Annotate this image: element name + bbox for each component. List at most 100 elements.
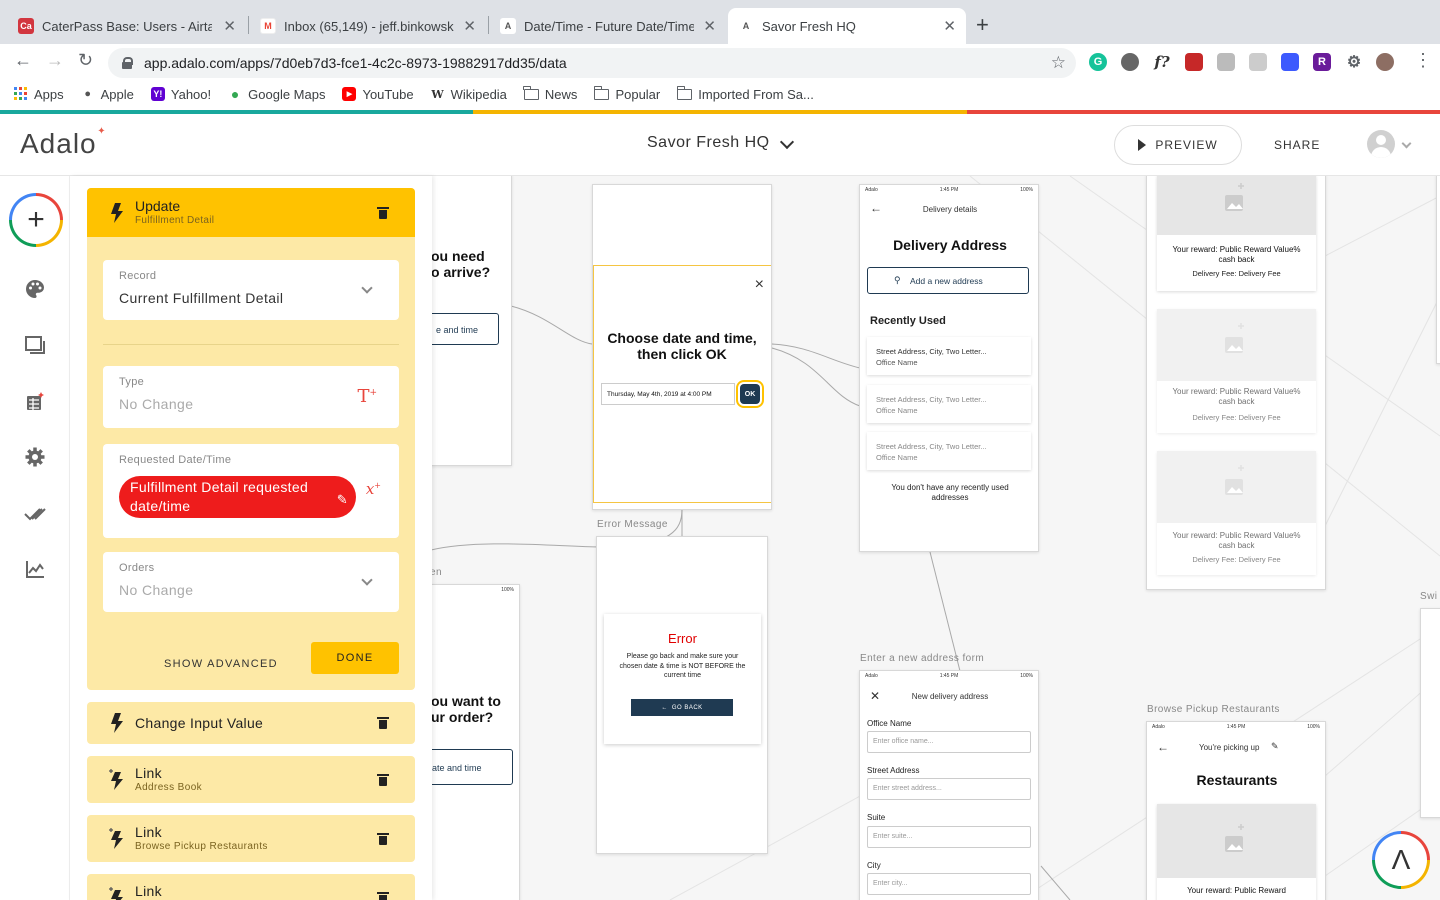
help-assistant-button[interactable]: Λ [1372, 831, 1430, 889]
app-title[interactable]: Savor Fresh HQ [647, 134, 770, 152]
chevron-down-icon[interactable] [1401, 138, 1412, 149]
bookmark-yahoo[interactable]: Y! Yahoo! [150, 87, 211, 102]
tab-caterpass[interactable]: Ca CaterPass Base: Users - Airtab ✕ [8, 8, 246, 44]
close-tab-icon[interactable]: ✕ [463, 17, 476, 35]
forward-arrow-icon[interactable]: → [46, 50, 64, 71]
city-input[interactable]: Enter city... [867, 873, 1031, 895]
action-link[interactable]: Link [87, 874, 415, 900]
address-list-item[interactable]: Street Address, City, Two Letter... Offic… [867, 385, 1031, 423]
restaurant-card[interactable]: Your reward: Public Reward [1157, 804, 1316, 900]
datetime-picker-field[interactable]: Thursday, May 4th, 2019 at 4:00 PM [601, 383, 735, 405]
type-field[interactable]: Type No Change T+ [103, 366, 399, 428]
pencil-icon[interactable]: ✎ [1271, 741, 1279, 752]
profile-avatar-icon[interactable] [1376, 53, 1394, 71]
address-list-item[interactable]: Street Address, City, Two Letter... Offic… [867, 432, 1031, 470]
formula-icon[interactable]: x+ [366, 480, 381, 498]
select-date-button[interactable]: ate and time [431, 749, 513, 785]
update-action-header[interactable]: Update Fulfillment Detail [87, 188, 415, 237]
select-date-button[interactable]: e and time [431, 313, 499, 345]
done-button[interactable]: DONE [311, 642, 399, 674]
tab-datetime[interactable]: A Date/Time - Future Date/Time ( ✕ [490, 8, 726, 44]
trash-icon[interactable] [377, 207, 389, 219]
grey-extension-icon[interactable] [1217, 53, 1235, 71]
palette-icon[interactable] [24, 278, 46, 300]
purple-extension-icon[interactable]: R [1313, 53, 1331, 71]
pencil-icon[interactable]: ✎ [337, 490, 348, 509]
screen-card-partial[interactable] [1420, 608, 1440, 818]
reward-card[interactable]: Your reward: Public Reward Value% cash b… [1157, 309, 1316, 433]
trash-icon[interactable] [377, 774, 389, 786]
new-tab-button[interactable]: + [976, 12, 989, 38]
analytics-icon[interactable] [24, 558, 46, 580]
screen-card-new-address[interactable]: Adalo 1:45 PM 100% ✕ New delivery address … [859, 670, 1039, 900]
trash-icon[interactable] [377, 833, 389, 845]
go-back-button[interactable]: ← GO BACK [631, 699, 733, 716]
address-list-item[interactable]: Street Address, City, Two Letter... Offic… [867, 337, 1031, 375]
show-advanced-button[interactable]: SHOW ADVANCED [164, 658, 278, 670]
screen-card-error[interactable]: Error Please go back and make sure your … [596, 536, 768, 854]
error-body: Please go back and make sure your chosen… [619, 653, 746, 679]
bookmark-folder-popular[interactable]: Popular [593, 85, 660, 102]
chevron-down-icon[interactable] [779, 134, 795, 150]
office-name-input[interactable]: Enter office name... [867, 731, 1031, 753]
extension-circle-icon[interactable] [1121, 53, 1139, 71]
action-link-browse-pickup[interactable]: Link Browse Pickup Restaurants [87, 815, 415, 862]
screens-icon[interactable] [24, 334, 46, 356]
add-address-button[interactable]: ⚲ Add a new address [867, 267, 1029, 294]
formula-extension-icon[interactable]: f? [1153, 53, 1171, 71]
close-tab-icon[interactable]: ✕ [223, 17, 236, 35]
close-tab-icon[interactable]: ✕ [943, 17, 956, 35]
action-link-address-book[interactable]: Link Address Book [87, 756, 415, 803]
add-component-button[interactable]: + [9, 193, 63, 247]
grey-extension-icon[interactable] [1249, 53, 1267, 71]
close-tab-icon[interactable]: ✕ [703, 17, 716, 35]
close-icon[interactable]: × [755, 276, 764, 294]
share-button[interactable]: SHARE [1274, 138, 1320, 152]
trash-icon[interactable] [377, 717, 389, 729]
screen-card-pickup[interactable]: Adalo 1:45 PM 100% ← You're picking up ✎ R… [1146, 721, 1326, 900]
puzzle-extensions-icon[interactable]: ⚙ [1345, 53, 1363, 71]
gear-icon[interactable] [24, 446, 46, 468]
database-icon[interactable] [24, 390, 46, 412]
street-address-input[interactable]: Enter street address... [867, 778, 1031, 800]
screen-card-partial[interactable] [1436, 176, 1440, 364]
blue-extension-icon[interactable] [1281, 53, 1299, 71]
red-extension-icon[interactable] [1185, 53, 1203, 71]
reload-icon[interactable]: ↻ [78, 50, 93, 71]
reward-card[interactable]: Your reward: Public Reward Value% cash b… [1157, 451, 1316, 575]
adalo-logo[interactable]: Adalo ✦ [20, 126, 106, 160]
bookmark-youtube[interactable]: ▶ YouTube [342, 87, 414, 102]
user-avatar-icon[interactable] [1367, 130, 1395, 158]
bookmark-apple[interactable]: ● Apple [81, 87, 134, 102]
tab-gmail[interactable]: M Inbox (65,149) - jeff.binkowski ✕ [250, 8, 486, 44]
preview-button[interactable]: PREVIEW [1114, 125, 1242, 165]
screen-card-rewards[interactable]: Your reward: Public Reward Value% cash b… [1146, 176, 1326, 590]
screen-card-partial[interactable]: ou need o arrive? e and time [430, 176, 512, 466]
url-bar[interactable]: app.adalo.com/apps/7d0eb7d3-fce1-4c2c-89… [108, 48, 1076, 78]
bookmark-google-maps[interactable]: ● Google Maps [228, 86, 326, 102]
browser-menu-icon[interactable]: ⋮ [1414, 50, 1432, 71]
screen-card-partial[interactable]: 100% ou want to ur order? ate and time [430, 584, 520, 900]
bookmark-star-icon[interactable]: ☆ [1051, 53, 1066, 73]
screen-card-delivery-address[interactable]: Adalo 1:45 PM 100% ← Delivery details Deli… [859, 184, 1039, 552]
action-change-input-value[interactable]: Change Input Value [87, 702, 415, 744]
requested-datetime-field[interactable]: Requested Date/Time Fulfillment Detail r… [103, 444, 399, 538]
back-arrow-icon[interactable]: ← [14, 50, 32, 71]
bookmark-folder-news[interactable]: News [523, 85, 577, 102]
record-dropdown[interactable]: Record Current Fulfillment Detail [103, 260, 399, 320]
bookmark-apps[interactable]: Apps [14, 87, 64, 102]
publish-check-icon[interactable] [24, 502, 46, 524]
grammarly-extension-icon[interactable]: G [1089, 53, 1107, 71]
bookmark-folder-imported[interactable]: Imported From Sa... [676, 85, 814, 102]
back-arrow-icon[interactable]: ← [1157, 740, 1169, 754]
reward-card[interactable]: Your reward: Public Reward Value% cash b… [1157, 176, 1316, 291]
tab-savor-fresh[interactable]: A Savor Fresh HQ ✕ [728, 8, 966, 44]
orders-dropdown[interactable]: Orders No Change [103, 552, 399, 612]
ok-button[interactable]: OK [736, 380, 764, 408]
magic-text-pill[interactable]: Fulfillment Detail requested date/time ✎ [119, 476, 356, 518]
suite-input[interactable]: Enter suite... [867, 826, 1031, 848]
screen-card-datetime[interactable]: × Choose date and time, then click OK Th… [592, 184, 772, 510]
trash-icon[interactable] [377, 892, 389, 900]
bookmark-wikipedia[interactable]: W Wikipedia [431, 87, 507, 102]
magic-text-icon[interactable]: T+ [357, 386, 377, 407]
